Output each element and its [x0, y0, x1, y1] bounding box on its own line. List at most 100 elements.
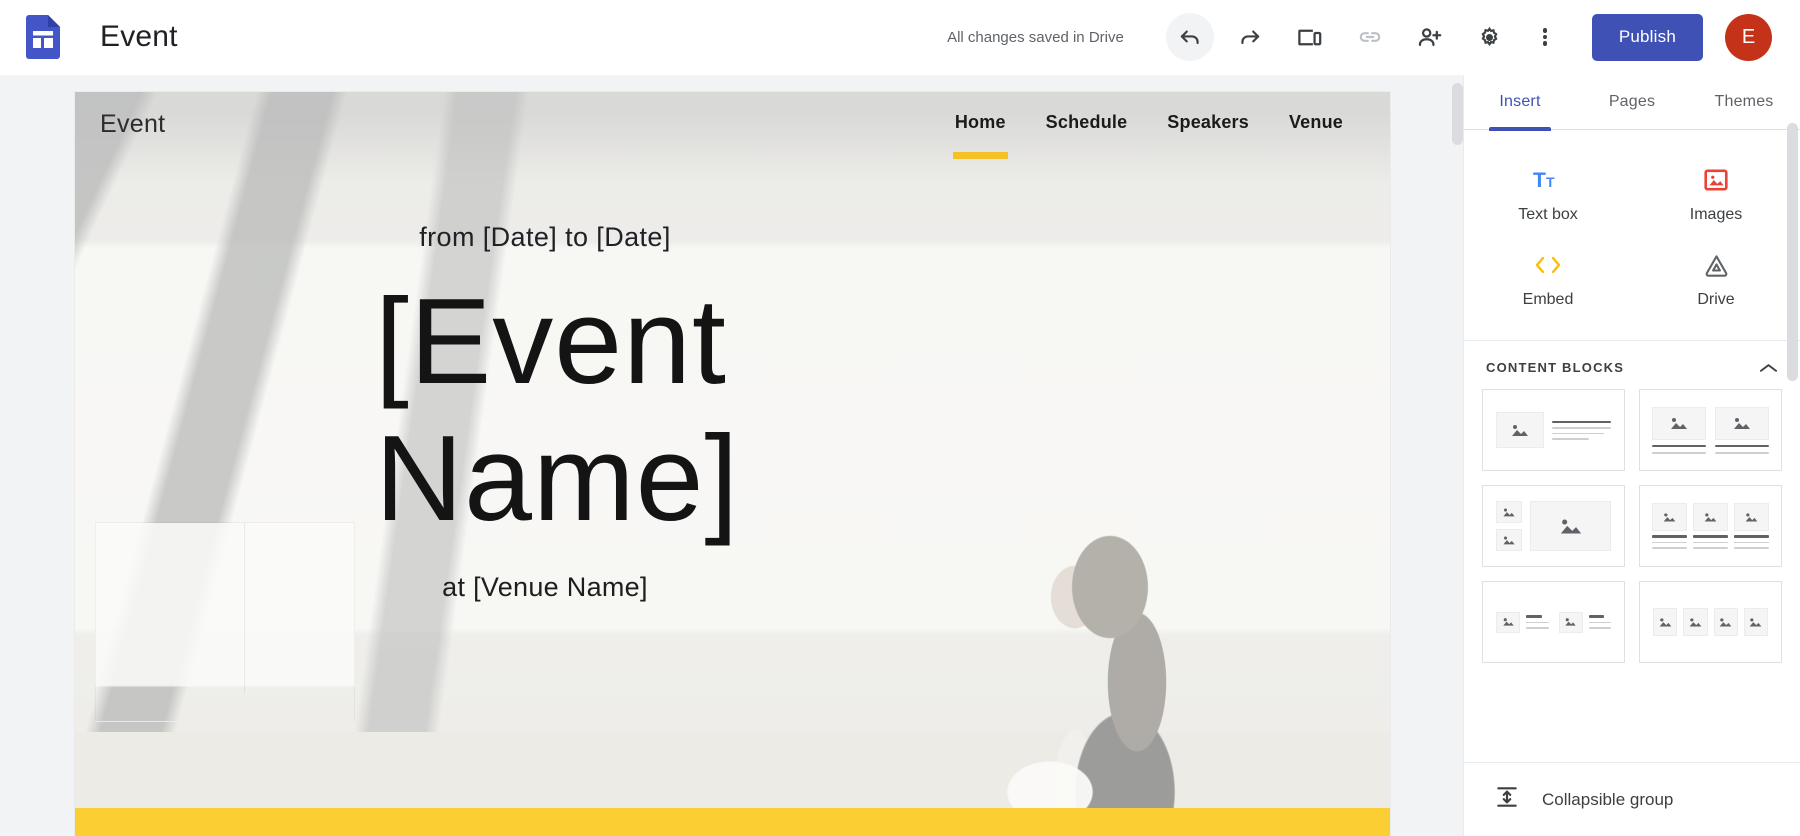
- content-blocks-title: CONTENT BLOCKS: [1486, 360, 1625, 375]
- content-block-four-image-row[interactable]: [1639, 581, 1782, 663]
- text-line: [1715, 452, 1769, 454]
- content-blocks-section-header[interactable]: CONTENT BLOCKS: [1464, 341, 1800, 389]
- undo-icon[interactable]: [1165, 13, 1214, 61]
- content-block-three-images-with-captions[interactable]: [1639, 485, 1782, 567]
- text-line: [1734, 541, 1769, 544]
- tab-themes[interactable]: Themes: [1688, 75, 1800, 129]
- content-block-two-image-text-pairs[interactable]: [1482, 581, 1625, 663]
- hero-title-text[interactable]: [Event Name]: [375, 273, 738, 546]
- settings-gear-icon[interactable]: [1466, 13, 1514, 61]
- insert-drive-button[interactable]: Drive: [1632, 237, 1800, 322]
- content-block-two-images-with-captions[interactable]: [1639, 389, 1782, 471]
- avatar[interactable]: E: [1725, 13, 1772, 61]
- image-placeholder: [1652, 503, 1687, 532]
- images-icon: [1703, 165, 1729, 195]
- content-block-image-left-text-right[interactable]: [1482, 389, 1625, 471]
- insert-item-label: Text box: [1518, 206, 1578, 223]
- image-placeholder: [1530, 501, 1611, 551]
- image-placeholder: [1496, 611, 1520, 633]
- site-header: Event Home Schedule Speakers Venue: [75, 92, 1390, 159]
- canvas-scrollbar-thumb[interactable]: [1452, 83, 1463, 145]
- share-icon[interactable]: [1406, 13, 1454, 61]
- image-placeholder: [1652, 406, 1706, 440]
- text-line: [1734, 547, 1769, 549]
- insert-item-label: Embed: [1522, 291, 1574, 308]
- image-placeholder: [1558, 611, 1583, 633]
- insert-embed-button[interactable]: Embed: [1464, 237, 1632, 322]
- kebab-dot: [1542, 28, 1548, 33]
- insert-items-grid: T T Text box Images Embed Drive: [1464, 130, 1800, 341]
- content-blocks-grid: [1464, 389, 1800, 663]
- image-placeholder: [1743, 608, 1768, 636]
- kebab-dot: [1542, 34, 1548, 40]
- insert-side-panel: Insert Pages Themes T T Text box Images: [1463, 75, 1800, 836]
- svg-text:T: T: [1533, 169, 1546, 192]
- tab-insert[interactable]: Insert: [1464, 75, 1576, 129]
- image-placeholder: [1496, 412, 1544, 448]
- image-placeholder: [1715, 406, 1769, 440]
- collapsible-group-label: Collapsible group: [1542, 789, 1674, 809]
- save-status-text: All changes saved in Drive: [947, 28, 1124, 46]
- text-line: [1652, 444, 1706, 447]
- text-line: [1693, 541, 1728, 544]
- text-line: [1734, 535, 1769, 538]
- hero-text-block: from [Date] to [Date] [Event Name] at [V…: [75, 222, 1390, 603]
- content-block-two-small-one-large[interactable]: [1482, 485, 1625, 567]
- image-placeholder: [1734, 503, 1769, 532]
- page-title[interactable]: Event: [100, 20, 178, 54]
- site-page-preview[interactable]: Event Home Schedule Speakers Venue from …: [75, 92, 1390, 836]
- more-options-icon[interactable]: [1526, 13, 1564, 61]
- svg-text:T: T: [1546, 174, 1555, 190]
- text-box-icon: T T: [1533, 165, 1563, 195]
- text-line: [1652, 547, 1687, 549]
- collapsible-group-icon: [1494, 784, 1520, 815]
- site-navigation: Home Schedule Speakers Venue: [952, 112, 1365, 159]
- text-line: [1693, 547, 1728, 549]
- text-line: [1715, 444, 1769, 447]
- redo-icon[interactable]: [1226, 13, 1274, 61]
- text-line: [1588, 627, 1611, 629]
- panel-scrollbar-thumb[interactable]: [1787, 123, 1798, 381]
- text-line: [1693, 535, 1728, 538]
- image-placeholder: [1683, 608, 1708, 636]
- text-line: [1588, 615, 1605, 618]
- image-placeholder: [1496, 501, 1522, 523]
- nav-item-speakers[interactable]: Speakers: [1167, 112, 1249, 137]
- panel-tab-bar: Insert Pages Themes: [1464, 75, 1800, 130]
- insert-item-label: Images: [1689, 206, 1743, 223]
- text-line: [1588, 621, 1611, 624]
- text-line: [1552, 427, 1611, 429]
- text-line: [1652, 535, 1687, 538]
- nav-item-schedule[interactable]: Schedule: [1046, 112, 1128, 137]
- text-line: [1652, 452, 1706, 454]
- nav-item-venue[interactable]: Venue: [1289, 112, 1343, 137]
- text-line: [1552, 432, 1604, 434]
- google-drive-icon: [1703, 250, 1730, 280]
- google-sites-icon[interactable]: [26, 15, 60, 59]
- hero-accent-band: [75, 808, 1390, 836]
- insert-text-box-button[interactable]: T T Text box: [1464, 152, 1632, 237]
- insert-item-label: Drive: [1697, 291, 1735, 308]
- top-app-bar: Event All changes saved in Drive Publish…: [0, 0, 1800, 75]
- collapsible-group-button[interactable]: Collapsible group: [1464, 762, 1800, 836]
- insert-images-button[interactable]: Images: [1632, 152, 1800, 237]
- site-editor-canvas[interactable]: Event Home Schedule Speakers Venue from …: [0, 75, 1463, 836]
- image-placeholder: [1693, 503, 1728, 532]
- text-line: [1526, 615, 1542, 618]
- hero-venue-text[interactable]: at [Venue Name]: [75, 572, 1015, 603]
- image-placeholder: [1713, 608, 1738, 636]
- publish-button[interactable]: Publish: [1591, 13, 1703, 61]
- tab-pages[interactable]: Pages: [1576, 75, 1688, 129]
- chevron-up-icon[interactable]: [1759, 362, 1778, 374]
- image-placeholder: [1496, 529, 1522, 551]
- kebab-dot: [1542, 41, 1548, 46]
- image-placeholder: [1653, 608, 1678, 636]
- copy-link-icon[interactable]: [1346, 13, 1394, 61]
- nav-item-home[interactable]: Home: [952, 112, 1008, 159]
- text-line: [1652, 541, 1687, 544]
- preview-icon[interactable]: [1286, 13, 1334, 61]
- text-line: [1552, 438, 1589, 440]
- site-logo-text[interactable]: Event: [100, 110, 165, 139]
- hero-dates-text[interactable]: from [Date] to [Date]: [75, 222, 1015, 253]
- text-line: [1526, 627, 1549, 629]
